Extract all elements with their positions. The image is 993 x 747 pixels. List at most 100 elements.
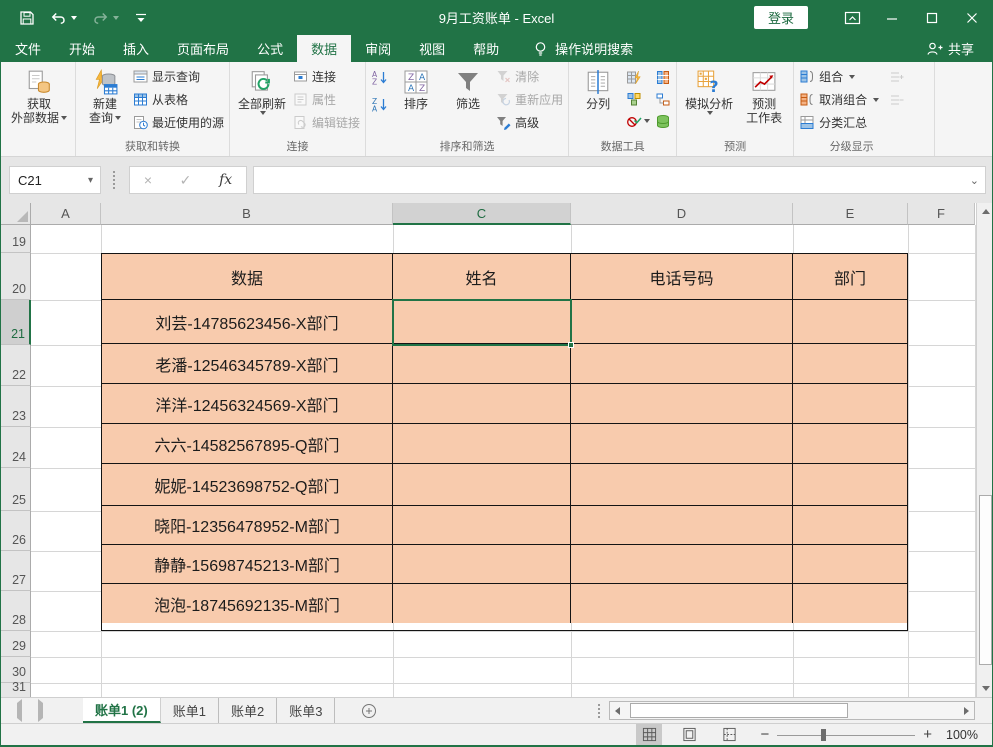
cell-c27[interactable] xyxy=(393,545,571,583)
sort-button[interactable]: ZAAZ 排序 xyxy=(392,64,440,111)
sort-descending-button[interactable]: ZA xyxy=(371,95,388,114)
hide-detail-button[interactable] xyxy=(889,90,904,109)
row-header-27[interactable]: 27 xyxy=(1,551,31,591)
sheet-tab[interactable]: 账单1 xyxy=(161,698,219,723)
formula-bar-expand-icon[interactable]: ⌄ xyxy=(970,174,985,187)
vertical-scrollbar[interactable] xyxy=(976,203,993,697)
group-button[interactable]: 组合 xyxy=(799,67,879,86)
advanced-filter-button[interactable]: 高级 xyxy=(496,113,563,132)
sheet-tab[interactable]: 账单2 xyxy=(219,698,277,723)
scroll-down-button[interactable] xyxy=(978,680,993,697)
text-to-columns-button[interactable]: 分列 xyxy=(574,64,622,111)
formula-input[interactable]: ⌄ xyxy=(253,166,986,194)
ungroup-button[interactable]: 取消组合 xyxy=(799,90,879,109)
vertical-scrollbar-thumb[interactable] xyxy=(979,495,992,665)
tab-page-layout[interactable]: 页面布局 xyxy=(163,35,243,62)
refresh-all-button[interactable]: 全部刷新 xyxy=(235,64,289,115)
maximize-button[interactable] xyxy=(912,0,952,35)
column-header-e[interactable]: E xyxy=(793,203,908,225)
flash-fill-button[interactable] xyxy=(626,70,650,85)
cell-d26[interactable] xyxy=(571,506,793,544)
cell-e24[interactable] xyxy=(793,424,907,463)
sort-ascending-button[interactable]: AZ xyxy=(371,68,388,87)
cell-e20[interactable]: 部门 xyxy=(793,254,907,299)
cell-e26[interactable] xyxy=(793,506,907,544)
name-box-splitter[interactable] xyxy=(113,171,115,189)
zoom-level[interactable]: 100% xyxy=(940,728,978,742)
cell-c28[interactable] xyxy=(393,584,571,623)
customize-quick-access-button[interactable] xyxy=(134,12,148,24)
cell-c26[interactable] xyxy=(393,506,571,544)
horizontal-scrollbar-thumb[interactable] xyxy=(630,703,848,718)
zoom-in-button[interactable]: + xyxy=(923,726,932,743)
page-break-preview-button[interactable] xyxy=(716,724,742,745)
row-header-24[interactable]: 24 xyxy=(1,427,31,468)
cell-e25[interactable] xyxy=(793,464,907,505)
new-query-button[interactable]: 新建 查询 xyxy=(81,64,129,125)
row-header-19[interactable]: 19 xyxy=(1,225,31,253)
row-header-31[interactable]: 31 xyxy=(1,683,31,697)
show-detail-button[interactable] xyxy=(889,67,904,86)
tab-data[interactable]: 数据 xyxy=(297,35,351,62)
consolidate-button[interactable] xyxy=(626,92,650,107)
cell-e23[interactable] xyxy=(793,384,907,423)
remove-duplicates-button[interactable] xyxy=(655,70,671,85)
select-all-button[interactable] xyxy=(1,203,31,225)
from-table-button[interactable]: 从表格 xyxy=(133,90,224,109)
cell-e22[interactable] xyxy=(793,344,907,383)
cell-e28[interactable] xyxy=(793,584,907,623)
row-header-21[interactable]: 21 xyxy=(1,300,31,345)
row-header-28[interactable]: 28 xyxy=(1,591,31,631)
forecast-sheet-button[interactable]: 预测 工作表 xyxy=(740,64,788,125)
cell-b21[interactable]: 刘芸-14785623456-X部门 xyxy=(102,300,393,343)
cell-b27[interactable]: 静静-15698745213-M部门 xyxy=(102,545,393,583)
get-external-data-button[interactable]: 获取 外部数据 xyxy=(8,64,70,125)
tab-help[interactable]: 帮助 xyxy=(459,35,513,62)
tell-me-search[interactable]: 操作说明搜索 xyxy=(533,35,633,62)
enter-icon[interactable]: ✓ xyxy=(180,172,192,189)
zoom-slider-thumb[interactable] xyxy=(821,729,826,741)
tab-scrollbar-splitter[interactable] xyxy=(598,704,600,718)
zoom-out-button[interactable]: − xyxy=(760,726,769,743)
scroll-up-button[interactable] xyxy=(978,203,993,220)
tab-view[interactable]: 视图 xyxy=(405,35,459,62)
cell-c22[interactable] xyxy=(393,344,571,383)
tab-file[interactable]: 文件 xyxy=(1,35,55,62)
manage-data-model-button[interactable] xyxy=(655,114,671,129)
clear-filter-button[interactable]: 清除 xyxy=(496,67,563,86)
cell-e27[interactable] xyxy=(793,545,907,583)
edit-links-button[interactable]: 编辑链接 xyxy=(293,113,360,132)
row-header-22[interactable]: 22 xyxy=(1,345,31,386)
cell-c24[interactable] xyxy=(393,424,571,463)
scroll-left-button[interactable] xyxy=(610,702,625,719)
cell-b23[interactable]: 洋洋-12456324569-X部门 xyxy=(102,384,393,423)
name-box[interactable]: C21 ▾ xyxy=(9,166,101,194)
column-header-c[interactable]: C xyxy=(393,203,571,225)
add-sheet-button[interactable] xyxy=(361,698,377,723)
ribbon-display-options-button[interactable] xyxy=(832,0,872,35)
row-header-20[interactable]: 20 xyxy=(1,253,31,300)
row-header-26[interactable]: 26 xyxy=(1,511,31,551)
tab-home[interactable]: 开始 xyxy=(55,35,109,62)
cell-b26[interactable]: 晓阳-12356478952-M部门 xyxy=(102,506,393,544)
column-header-f[interactable]: F xyxy=(908,203,975,225)
data-validation-button[interactable] xyxy=(626,114,650,129)
sheet-tab[interactable]: 账单3 xyxy=(277,698,335,723)
sheet-nav-next-icon[interactable] xyxy=(38,703,43,718)
subtotal-button[interactable]: 分类汇总 xyxy=(799,113,879,132)
sheet-tab-active[interactable]: 账单1 (2) xyxy=(83,698,161,723)
save-button[interactable] xyxy=(19,10,35,26)
column-header-b[interactable]: B xyxy=(101,203,393,225)
normal-view-button[interactable] xyxy=(636,724,662,745)
insert-function-icon[interactable]: fx xyxy=(219,172,232,188)
cancel-icon[interactable]: × xyxy=(144,172,152,188)
cell-b24[interactable]: 六六-14582567895-Q部门 xyxy=(102,424,393,463)
cell-d27[interactable] xyxy=(571,545,793,583)
tab-review[interactable]: 审阅 xyxy=(351,35,405,62)
column-header-d[interactable]: D xyxy=(571,203,793,225)
close-button[interactable] xyxy=(952,0,992,35)
what-if-analysis-button[interactable]: ? 模拟分析 xyxy=(682,64,736,115)
cell-d25[interactable] xyxy=(571,464,793,505)
tab-formulas[interactable]: 公式 xyxy=(243,35,297,62)
cell-c20[interactable]: 姓名 xyxy=(393,254,571,299)
